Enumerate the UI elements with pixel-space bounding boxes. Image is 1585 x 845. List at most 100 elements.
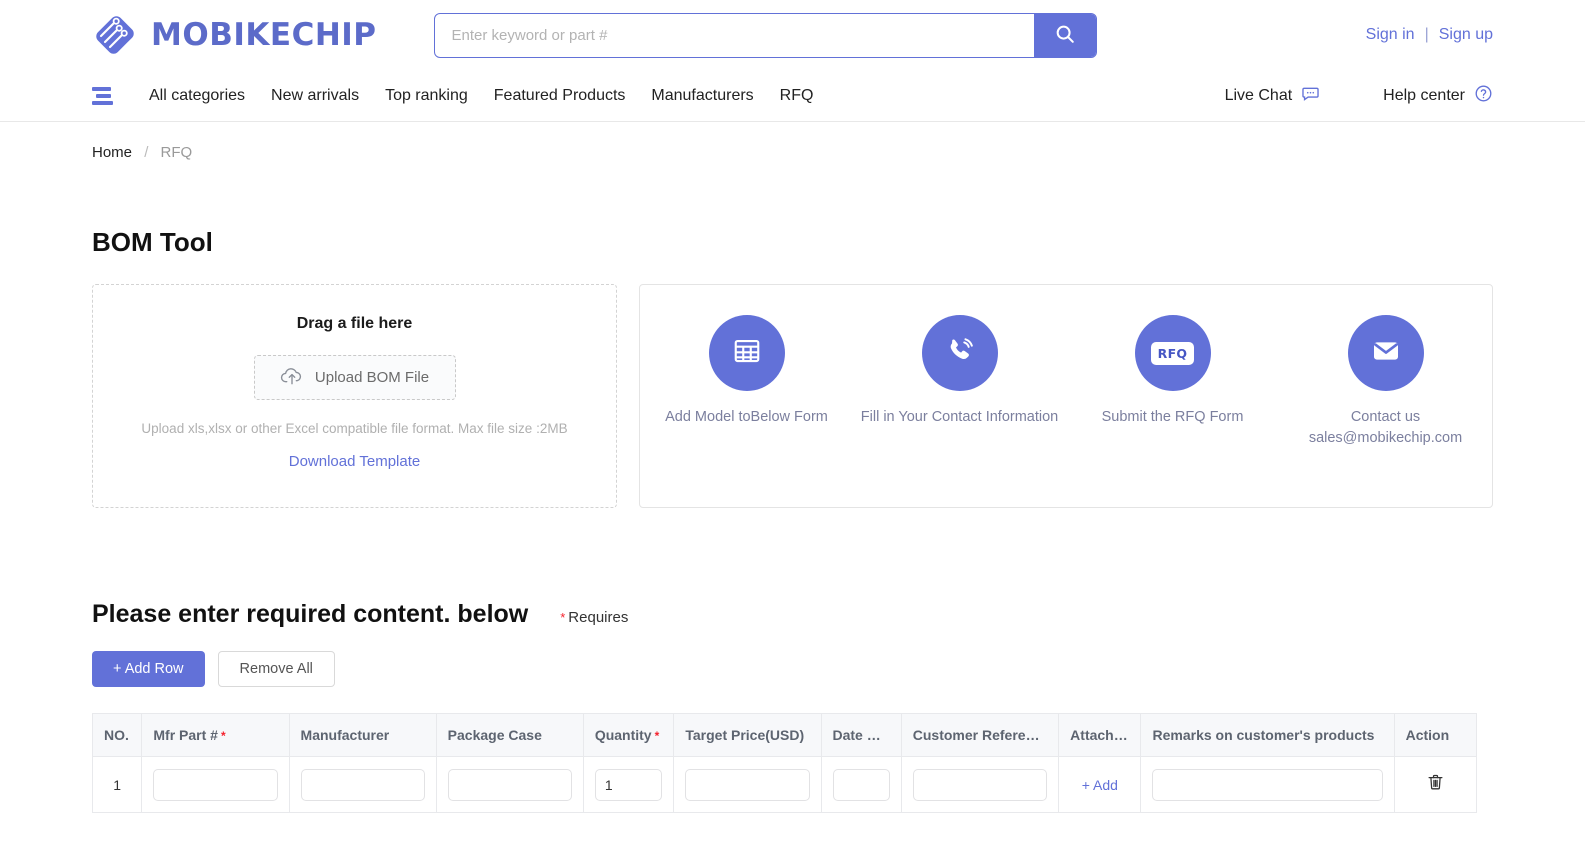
table-row: 1 + Add	[91, 756, 1478, 813]
requires-note: * Requires	[560, 609, 628, 626]
col-quantity: Quantity *	[582, 713, 675, 757]
search-bar[interactable]	[433, 12, 1097, 58]
cloud-upload-icon	[280, 366, 304, 390]
contact-us-email: sales@mobikechip.com	[1308, 430, 1463, 446]
step-submit-rfq-label: Submit the RFQ Form	[1101, 409, 1244, 425]
circuit-diamond-logo-icon	[92, 12, 138, 58]
cell-remarks	[1140, 756, 1395, 813]
live-chat-label: Live Chat	[1224, 86, 1293, 104]
step-contact-info[interactable]: Fill in Your Contact Information	[860, 315, 1060, 428]
sign-up-link[interactable]: Sign up	[1439, 26, 1493, 44]
cell-target-price	[673, 756, 822, 813]
col-mfr-part: Mfr Part # *	[141, 713, 290, 757]
upload-bom-file-button[interactable]: Upload BOM File	[253, 355, 456, 400]
live-chat-link[interactable]: Live Chat	[1225, 84, 1321, 108]
nav-item-top-ranking[interactable]: Top ranking	[385, 87, 468, 105]
form-heading: Please enter required content. below	[92, 600, 529, 628]
cell-mfr-part	[141, 756, 290, 813]
step-contact-info-label: Fill in Your Contact Information	[860, 409, 1059, 425]
bom-table: NO. Mfr Part # * Manufacturer Package Cas…	[91, 713, 1478, 813]
step-submit-rfq[interactable]: RFQ Submit the RFQ Form	[1073, 315, 1273, 428]
download-template-link[interactable]: Download Template	[289, 453, 420, 470]
target-price-input[interactable]	[685, 768, 810, 801]
help-center-label: Help center	[1383, 86, 1465, 104]
step-add-model-circle	[708, 315, 785, 391]
col-quantity-required: *	[654, 729, 660, 743]
attachment-add-link[interactable]: + Add	[1070, 777, 1129, 793]
table-action-buttons: + Add Row Remove All	[0, 629, 1585, 687]
bom-upload-dropzone[interactable]: Drag a file here Upload BOM File Upload …	[92, 284, 617, 508]
customer-reference-input[interactable]	[912, 768, 1048, 801]
grid-table-icon	[732, 336, 762, 371]
col-action: Action	[1393, 713, 1478, 757]
cell-quantity	[582, 756, 675, 813]
hamburger-menu-icon[interactable]	[92, 86, 114, 105]
drag-file-title: Drag a file here	[296, 315, 413, 332]
chat-bubble-icon	[1301, 84, 1320, 108]
upload-hint-text: Upload xls,xlsx or other Excel compatibl…	[141, 421, 568, 436]
step-contact-us-circle	[1347, 315, 1424, 391]
nav-item-new-arrivals[interactable]: New arrivals	[271, 87, 359, 105]
tool-panels: Drag a file here Upload BOM File Upload …	[0, 258, 1585, 508]
requires-label: Requires	[568, 609, 629, 626]
step-contact-info-circle	[921, 315, 998, 391]
step-submit-rfq-circle: RFQ	[1134, 315, 1211, 391]
breadcrumb-separator: /	[144, 144, 149, 161]
form-heading-row: Please enter required content. below * Re…	[0, 508, 1585, 629]
step-add-model[interactable]: Add Model toBelow Form	[647, 315, 847, 428]
logo[interactable]: MOBIKECHIP	[92, 12, 377, 58]
page-title: BOM Tool	[92, 227, 213, 257]
rfq-badge-icon: RFQ	[1150, 341, 1195, 365]
help-center-link[interactable]: Help center	[1383, 84, 1493, 108]
package-case-input[interactable]	[447, 768, 572, 801]
rfq-steps-panel: Add Model toBelow Form Fill in Your Cont…	[639, 284, 1493, 508]
step-contact-us[interactable]: Contact us sales@mobikechip.com	[1286, 315, 1486, 449]
question-circle-icon	[1474, 84, 1493, 108]
sign-in-link[interactable]: Sign in	[1366, 26, 1415, 44]
envelope-icon	[1370, 335, 1402, 372]
breadcrumb: Home / RFQ	[0, 122, 1585, 161]
cell-action	[1393, 756, 1478, 813]
col-quantity-label: Quantity	[594, 727, 652, 743]
main-nav: All categories New arrivals Top ranking …	[0, 70, 1585, 122]
account-separator: |	[1424, 26, 1429, 43]
breadcrumb-current: RFQ	[160, 144, 193, 161]
manufacturer-input[interactable]	[300, 768, 425, 801]
site-header: MOBIKECHIP Sign in | Sign up	[0, 0, 1585, 70]
nav-item-featured-products[interactable]: Featured Products	[494, 87, 626, 105]
search-button[interactable]	[1033, 13, 1096, 57]
search-icon	[1054, 23, 1076, 48]
cell-customer-reference	[900, 756, 1060, 813]
bom-table-container: NO. Mfr Part # * Manufacturer Package Cas…	[0, 687, 1585, 813]
col-customer-reference: Customer Reference	[900, 713, 1060, 757]
nav-item-rfq[interactable]: RFQ	[780, 87, 814, 105]
add-row-button[interactable]: + Add Row	[92, 651, 205, 687]
nav-item-list: All categories New arrivals Top ranking …	[149, 87, 813, 105]
required-asterisk: *	[560, 610, 566, 625]
contact-us-title: Contact us	[1350, 409, 1421, 425]
breadcrumb-home[interactable]: Home	[92, 144, 132, 161]
col-target-price: Target Price(USD)	[673, 713, 822, 757]
col-mfr-part-label: Mfr Part #	[153, 727, 218, 743]
table-header-row: NO. Mfr Part # * Manufacturer Package Cas…	[91, 713, 1478, 757]
col-package-case: Package Case	[435, 713, 584, 757]
phone-ring-icon	[944, 335, 976, 372]
nav-utility-links: Live Chat Help center	[1225, 84, 1493, 108]
mfr-part-input[interactable]	[153, 768, 278, 801]
remarks-input[interactable]	[1152, 768, 1383, 801]
date-code-input[interactable]	[832, 768, 890, 801]
quantity-input[interactable]	[594, 768, 663, 801]
upload-bom-file-label: Upload BOM File	[314, 369, 430, 386]
row-no: 1	[91, 756, 143, 813]
delete-row-button[interactable]	[1426, 772, 1445, 792]
step-contact-us-label: Contact us sales@mobikechip.com	[1309, 407, 1462, 449]
brand-name: MOBIKECHIP	[151, 17, 377, 53]
nav-item-all-categories[interactable]: All categories	[149, 87, 245, 105]
col-date-code: Date Co...	[820, 713, 902, 757]
col-remarks: Remarks on customer's products	[1140, 713, 1395, 757]
col-mfr-part-required: *	[220, 729, 226, 743]
nav-item-manufacturers[interactable]: Manufacturers	[651, 87, 753, 105]
search-input[interactable]	[434, 13, 1034, 57]
cell-manufacturer	[288, 756, 437, 813]
remove-all-button[interactable]: Remove All	[217, 651, 335, 687]
